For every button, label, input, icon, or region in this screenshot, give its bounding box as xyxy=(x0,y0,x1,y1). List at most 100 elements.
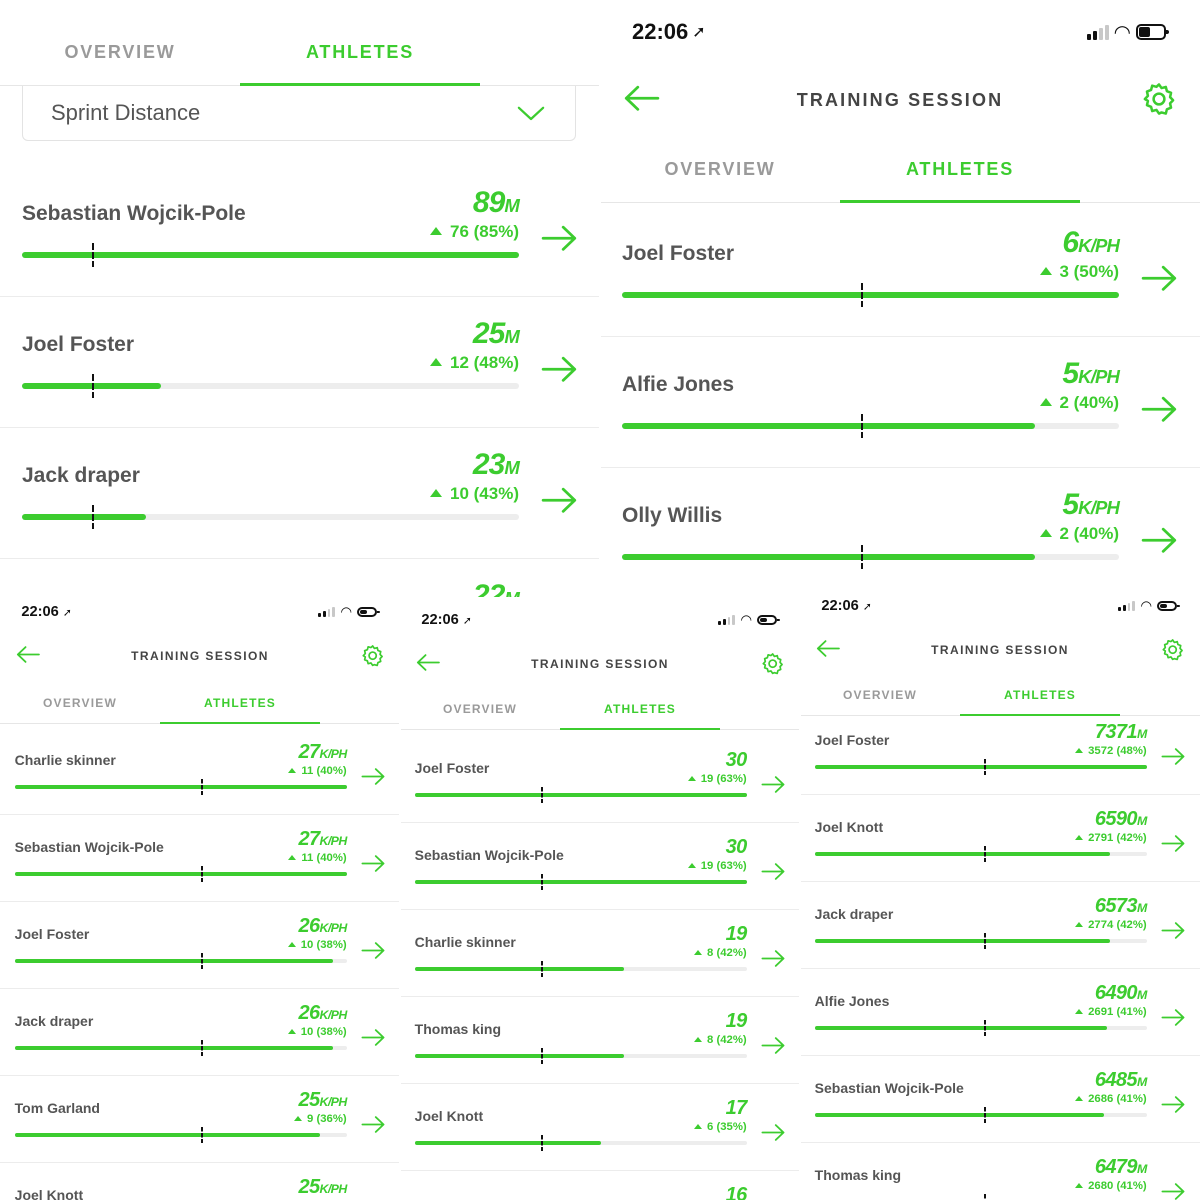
arrow-right-icon xyxy=(361,854,385,872)
back-arrow-icon xyxy=(416,654,440,672)
athlete-row[interactable]: Joel Foster 30 19 (63%) xyxy=(400,736,800,823)
metric-number: 25 xyxy=(298,1089,320,1112)
row-arrow-button[interactable] xyxy=(1161,1182,1186,1200)
metric-number: 25 xyxy=(298,1176,320,1199)
athlete-row[interactable]: Jack draper 26K/PH 10 (38%) xyxy=(0,989,400,1076)
athlete-row[interactable]: Joel Foster 26K/PH 10 (38%) xyxy=(0,902,400,989)
delta-text: 2 (40%) xyxy=(1059,393,1119,412)
athlete-row[interactable]: Thomas king 19 8 (42%) xyxy=(400,997,800,1084)
row-arrow-button[interactable] xyxy=(761,1123,786,1147)
app-header: TRAINING SESSION xyxy=(0,636,400,676)
athlete-row[interactable]: Charlie skinner 19 8 (42%) xyxy=(400,910,800,997)
athlete-row[interactable]: Sebastian Wojcik-Pole 89M 76 (85%) xyxy=(0,166,600,297)
arrow-right-icon xyxy=(761,949,785,967)
row-arrow-button[interactable] xyxy=(761,1036,786,1060)
metric-value: 16 xyxy=(726,1184,748,1200)
tab-athletes[interactable]: ATHLETES xyxy=(840,135,1080,203)
row-arrow-button[interactable] xyxy=(1161,1095,1186,1119)
tab-overview[interactable]: OVERVIEW xyxy=(400,688,560,729)
settings-button[interactable] xyxy=(760,651,785,681)
athlete-row[interactable]: 16 xyxy=(400,1171,800,1200)
row-arrow-button[interactable] xyxy=(361,767,386,791)
athlete-list: Joel Foster 6K/PH 3 (50%) Alfie Jones 5K/PH 2… xyxy=(600,206,1200,598)
average-marker xyxy=(983,1020,986,1037)
delta-text: 19 (63%) xyxy=(700,773,747,786)
status-time: 22:06 ➚ xyxy=(632,19,706,45)
athlete-list: Joel Foster 7371M 3572 (48%) Joel Knott 6590… xyxy=(800,708,1200,1200)
metric-number: 25 xyxy=(472,317,505,350)
athlete-row[interactable]: Tom Garland 25K/PH 9 (36%) xyxy=(0,1076,400,1163)
row-arrow-button[interactable] xyxy=(361,1028,386,1052)
athlete-row[interactable]: Sebastian Wojcik-Pole 30 19 (63%) xyxy=(400,823,800,910)
average-marker xyxy=(983,846,986,863)
row-arrow-button[interactable] xyxy=(1141,264,1179,298)
tab-overview[interactable]: OVERVIEW xyxy=(600,135,840,202)
athlete-row[interactable]: Jack draper 23M 10 (43%) xyxy=(0,428,600,559)
row-arrow-button[interactable] xyxy=(1161,1008,1186,1032)
row-arrow-button[interactable] xyxy=(1141,395,1179,429)
athlete-row[interactable]: Alfie Jones 6490M 2691 (41%) xyxy=(800,969,1200,1056)
athlete-row[interactable]: Thomas king 6479M 2680 (41%) xyxy=(800,1143,1200,1200)
progress-fill xyxy=(814,1026,1107,1031)
athlete-name: Joel Foster xyxy=(22,333,135,356)
average-marker xyxy=(540,874,543,891)
back-button[interactable] xyxy=(15,645,40,669)
back-button[interactable] xyxy=(622,84,660,118)
settings-button[interactable] xyxy=(1140,80,1178,123)
athlete-row[interactable]: Joel Knott 25K/PH xyxy=(0,1163,400,1200)
row-arrow-button[interactable] xyxy=(541,486,579,520)
athlete-row[interactable]: Joel Foster 25M 12 (48%) xyxy=(0,297,600,428)
back-button[interactable] xyxy=(815,639,840,663)
phone-screenshot: 22:06 ➚ ◠ TRAINING SESSION OVERVIEW ATHLETES J… xyxy=(600,0,1200,598)
tab-athletes[interactable]: ATHLETES xyxy=(560,688,720,730)
tab-active-indicator xyxy=(160,722,320,724)
row-arrow-button[interactable] xyxy=(361,1115,386,1139)
athlete-name: Thomas king xyxy=(414,1021,502,1037)
metric-delta: 6 (35%) xyxy=(693,1121,747,1133)
row-arrow-button[interactable] xyxy=(1161,921,1186,945)
row-arrow-button[interactable] xyxy=(1141,526,1179,560)
tab-athletes[interactable]: ATHLETES xyxy=(160,682,320,724)
settings-button[interactable] xyxy=(360,643,385,673)
tab-overview[interactable]: OVERVIEW xyxy=(0,682,160,723)
metric-value: 23M xyxy=(473,448,520,482)
row-arrow-button[interactable] xyxy=(761,775,786,799)
row-arrow-button[interactable] xyxy=(541,224,579,258)
metric-unit: K/PH xyxy=(319,921,347,936)
progress-track xyxy=(414,874,747,891)
wifi-icon: ◠ xyxy=(741,612,752,627)
row-arrow-button[interactable] xyxy=(761,949,786,973)
back-button[interactable] xyxy=(415,653,440,677)
athlete-row[interactable]: Jack draper 6573M 2774 (42%) xyxy=(800,882,1200,969)
athlete-row[interactable]: Joel Knott 6590M 2791 (42%) xyxy=(800,795,1200,882)
settings-button[interactable] xyxy=(1160,637,1185,667)
athlete-row[interactable]: Joel Foster 6K/PH 3 (50%) xyxy=(600,206,1200,337)
athlete-row[interactable]: Joel Foster 7371M 3572 (48%) xyxy=(800,708,1200,795)
phone-screenshot: OVERVIEW ATHLETES Sprint Distance Sebastian… xyxy=(0,0,600,598)
athlete-list: Sebastian Wojcik-Pole 89M 76 (85%) Joel Fos… xyxy=(0,166,600,598)
tab-bar: OVERVIEW ATHLETES xyxy=(600,135,1200,203)
row-arrow-button[interactable] xyxy=(361,941,386,965)
gear-icon xyxy=(362,644,383,666)
metric-dropdown[interactable]: Sprint Distance xyxy=(22,86,576,141)
row-arrow-button[interactable] xyxy=(761,862,786,886)
tab-athletes[interactable]: ATHLETES xyxy=(240,18,480,86)
athlete-row[interactable]: Charlie skinner 27K/PH 11 (40%) xyxy=(0,728,400,815)
arrow-right-icon xyxy=(361,767,385,785)
row-arrow-button[interactable] xyxy=(361,854,386,878)
metric-value: 5K/PH xyxy=(1062,357,1120,391)
athlete-row[interactable]: Olly Willis 5K/PH 2 (40%) xyxy=(600,468,1200,598)
athlete-row[interactable]: Sebastian Wojcik-Pole 27K/PH 11 (40%) xyxy=(0,815,400,902)
athlete-row[interactable]: Charlie skinner22M xyxy=(0,559,600,598)
athlete-row[interactable]: Sebastian Wojcik-Pole 6485M 2686 (41%) xyxy=(800,1056,1200,1143)
progress-fill xyxy=(814,939,1111,944)
tab-overview[interactable]: OVERVIEW xyxy=(0,18,240,85)
athlete-row[interactable]: Joel Knott 17 6 (35%) xyxy=(400,1084,800,1171)
row-arrow-button[interactable] xyxy=(1161,834,1186,858)
progress-fill xyxy=(622,554,1035,560)
arrow-right-icon xyxy=(1161,1008,1185,1026)
average-marker xyxy=(540,1048,543,1065)
row-arrow-button[interactable] xyxy=(541,355,579,389)
row-arrow-button[interactable] xyxy=(1161,747,1186,771)
athlete-row[interactable]: Alfie Jones 5K/PH 2 (40%) xyxy=(600,337,1200,468)
